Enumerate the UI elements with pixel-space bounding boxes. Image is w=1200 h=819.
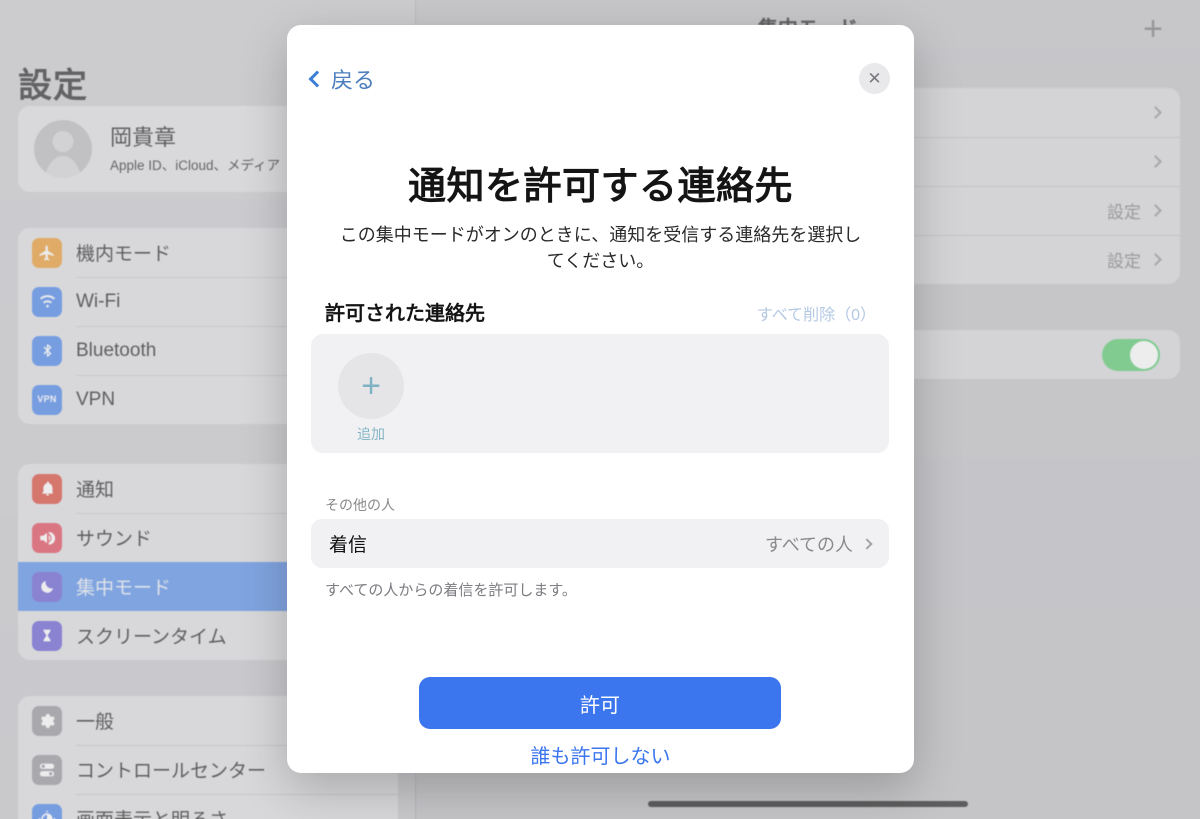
incoming-calls-row[interactable]: 着信 すべての人 bbox=[311, 519, 889, 568]
clear-all-button[interactable]: すべて削除（0） bbox=[757, 301, 876, 325]
incoming-calls-label: 着信 bbox=[329, 535, 368, 556]
add-contact-label: 追加 bbox=[357, 426, 385, 442]
allowed-contacts-modal: 戻る ✕ 通知を許可する連絡先 この集中モードがオンのときに、通知を受信する連絡… bbox=[287, 25, 914, 773]
close-icon[interactable]: ✕ bbox=[859, 63, 890, 94]
chevron-left-icon bbox=[308, 70, 326, 88]
chevron-right-icon bbox=[861, 537, 873, 550]
allow-button[interactable]: 許可 bbox=[419, 677, 781, 729]
incoming-calls-value: すべての人 bbox=[764, 534, 853, 555]
add-contact-button[interactable]: + 追加 bbox=[333, 353, 409, 444]
incoming-calls-footer: すべての人からの着信を許可します。 bbox=[325, 582, 577, 599]
modal-subtitle: この集中モードがオンのときに、通知を受信する連絡先を選択してください。 bbox=[339, 225, 862, 272]
back-button-label: 戻る bbox=[331, 68, 376, 93]
plus-icon: + bbox=[338, 353, 404, 419]
allow-none-button[interactable]: 誰も許可しない bbox=[287, 740, 914, 769]
ipad-settings-screen: 設定 岡貴章 Apple ID、iCloud、メディア 機内モードWi-Fitp… bbox=[0, 0, 1200, 819]
allowed-contacts-box: + 追加 bbox=[311, 334, 889, 453]
section-header: 許可された連絡先 すべて削除（0） bbox=[325, 297, 876, 326]
section-heading: 許可された連絡先 bbox=[325, 303, 485, 325]
back-button[interactable]: 戻る bbox=[308, 63, 376, 95]
others-group-label: その他の人 bbox=[325, 497, 395, 513]
modal-title: 通知を許可する連絡先 bbox=[407, 166, 793, 208]
